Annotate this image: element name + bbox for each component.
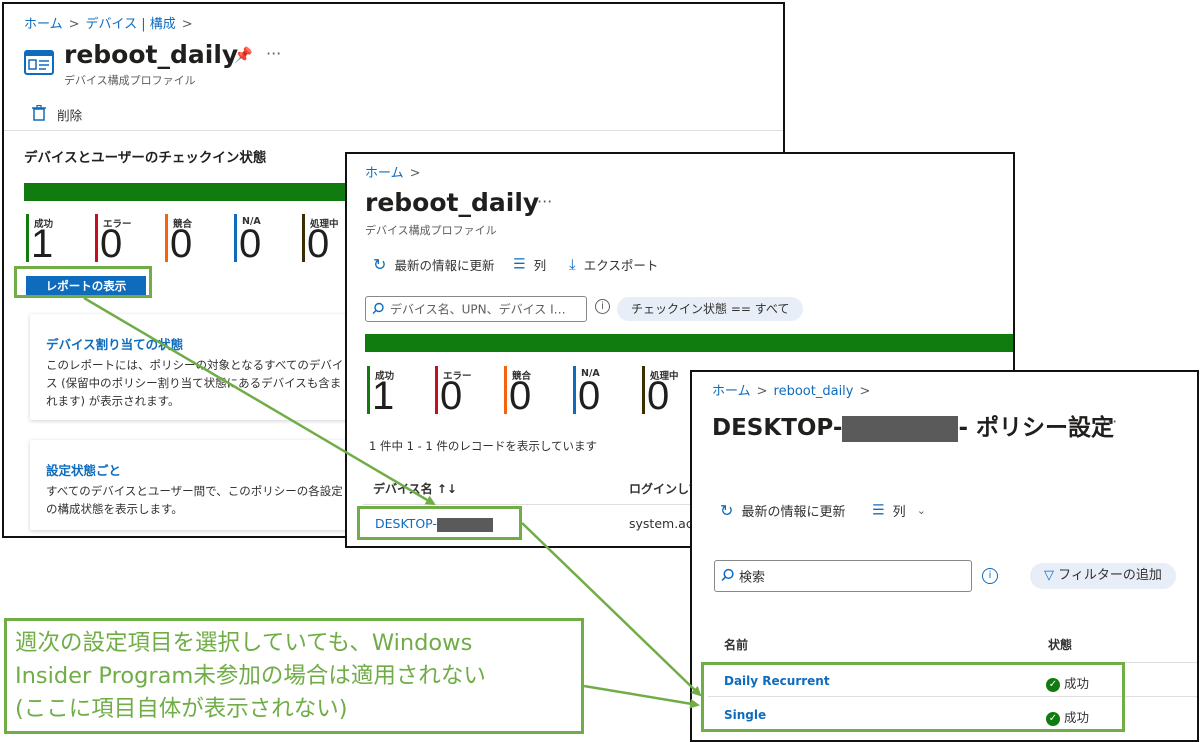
- more-options-icon[interactable]: ···: [1102, 412, 1117, 431]
- list-icon: ☰: [872, 502, 885, 519]
- settings-search-input[interactable]: 検索: [714, 560, 972, 592]
- breadcrumb: ホーム > デバイス | 構成 >: [24, 17, 193, 32]
- card-description: すべてのデバイスとユーザー間で、このポリシーの各設定の構成状態を表示します。: [46, 484, 343, 516]
- highlight-device-row: [357, 506, 522, 540]
- breadcrumb: ホーム > reboot_daily >: [712, 384, 871, 399]
- highlight-setting-rows: [701, 662, 1125, 732]
- refresh-icon: ↻: [720, 501, 734, 520]
- refresh-button[interactable]: ↻ 最新の情報に更新: [373, 254, 495, 274]
- stat-error: エラー 0: [435, 366, 495, 418]
- stat-conflict: 競合 0: [165, 214, 225, 266]
- card-device-assignment[interactable]: デバイス割り当ての状態 このレポートには、ポリシーの対象となるすべてのデバイス …: [30, 314, 360, 420]
- card-title[interactable]: デバイス割り当ての状態: [46, 334, 183, 353]
- highlight-view-report: [14, 266, 152, 298]
- breadcrumb-devices-config[interactable]: デバイス | 構成: [86, 17, 176, 32]
- filter-icon: ▽: [1044, 568, 1054, 583]
- search-icon: [721, 567, 734, 586]
- login-user-cell: system.ac: [629, 516, 693, 531]
- stat-success: 成功 1: [367, 366, 427, 418]
- page-subtitle: デバイス構成プロファイル: [365, 224, 497, 237]
- search-icon: [372, 300, 384, 319]
- export-button[interactable]: ⤓ エクスポート: [569, 254, 658, 274]
- column-header-name[interactable]: 名前: [724, 636, 748, 653]
- breadcrumb-home[interactable]: ホーム: [712, 384, 751, 399]
- download-icon: ⤓: [569, 255, 576, 274]
- redacted-block: [842, 415, 959, 442]
- divider: [4, 130, 783, 131]
- card-title[interactable]: 設定状態ごと: [46, 460, 121, 479]
- status-progress-bar: [365, 334, 1013, 352]
- column-header-status[interactable]: 状態: [1048, 636, 1072, 653]
- refresh-button[interactable]: ↻ 最新の情報に更新: [720, 500, 846, 520]
- annotation-callout: 週次の設定項目を選択していても、Windows Insider Program未…: [4, 618, 584, 734]
- record-count: 1 件中 1 - 1 件のレコードを表示しています: [369, 439, 598, 453]
- page-title: reboot_daily: [365, 188, 540, 217]
- stat-na: N/A 0: [573, 366, 633, 418]
- chevron-down-icon: ⌄: [916, 504, 926, 517]
- card-description: このレポートには、ポリシーの対象となるすべてのデバイス (保留中のポリシー割り当…: [46, 358, 344, 408]
- page-title: DESKTOP- - ポリシー設定: [712, 415, 1114, 442]
- checkin-filter-pill[interactable]: チェックイン状態 == すべて: [617, 297, 804, 321]
- list-icon: ☰: [513, 256, 526, 273]
- breadcrumb: ホーム >: [365, 166, 421, 181]
- more-options-icon[interactable]: ···: [266, 44, 281, 63]
- info-icon[interactable]: i: [982, 568, 998, 584]
- breadcrumb-home[interactable]: ホーム: [24, 17, 63, 32]
- stat-error: エラー 0: [95, 214, 155, 266]
- pin-icon[interactable]: 📌: [234, 46, 253, 64]
- stat-na: N/A 0: [234, 214, 294, 266]
- trash-icon: [32, 104, 46, 125]
- card-per-setting-status[interactable]: 設定状態ごと すべてのデバイスとユーザー間で、このポリシーの各設定の構成状態を表…: [30, 440, 360, 530]
- add-filter-button[interactable]: ▽ フィルターの追加: [1030, 563, 1176, 589]
- info-icon[interactable]: i: [595, 299, 610, 314]
- checkin-section-title: デバイスとユーザーのチェックイン状態: [24, 150, 267, 166]
- columns-button[interactable]: ☰ 列 ⌄: [872, 500, 926, 521]
- profile-icon: [24, 48, 54, 80]
- stat-conflict: 競合 0: [504, 366, 564, 418]
- more-options-icon[interactable]: ···: [537, 192, 552, 211]
- page-subtitle: デバイス構成プロファイル: [64, 74, 196, 87]
- breadcrumb-reboot-daily[interactable]: reboot_daily: [774, 384, 854, 399]
- delete-button[interactable]: 削除: [32, 104, 82, 125]
- page-title: reboot_daily: [64, 40, 239, 69]
- annotation-text: 週次の設定項目を選択していても、Windows Insider Program未…: [15, 630, 486, 722]
- columns-button[interactable]: ☰ 列: [513, 254, 546, 274]
- status-progress-bar: [24, 183, 354, 201]
- breadcrumb-home[interactable]: ホーム: [365, 166, 404, 181]
- device-search-input[interactable]: デバイス名、UPN、デバイス I…: [365, 296, 587, 322]
- refresh-icon: ↻: [373, 255, 387, 274]
- column-header-device-name[interactable]: デバイス名 ↑↓: [373, 480, 457, 497]
- stat-success: 成功 1: [26, 214, 86, 266]
